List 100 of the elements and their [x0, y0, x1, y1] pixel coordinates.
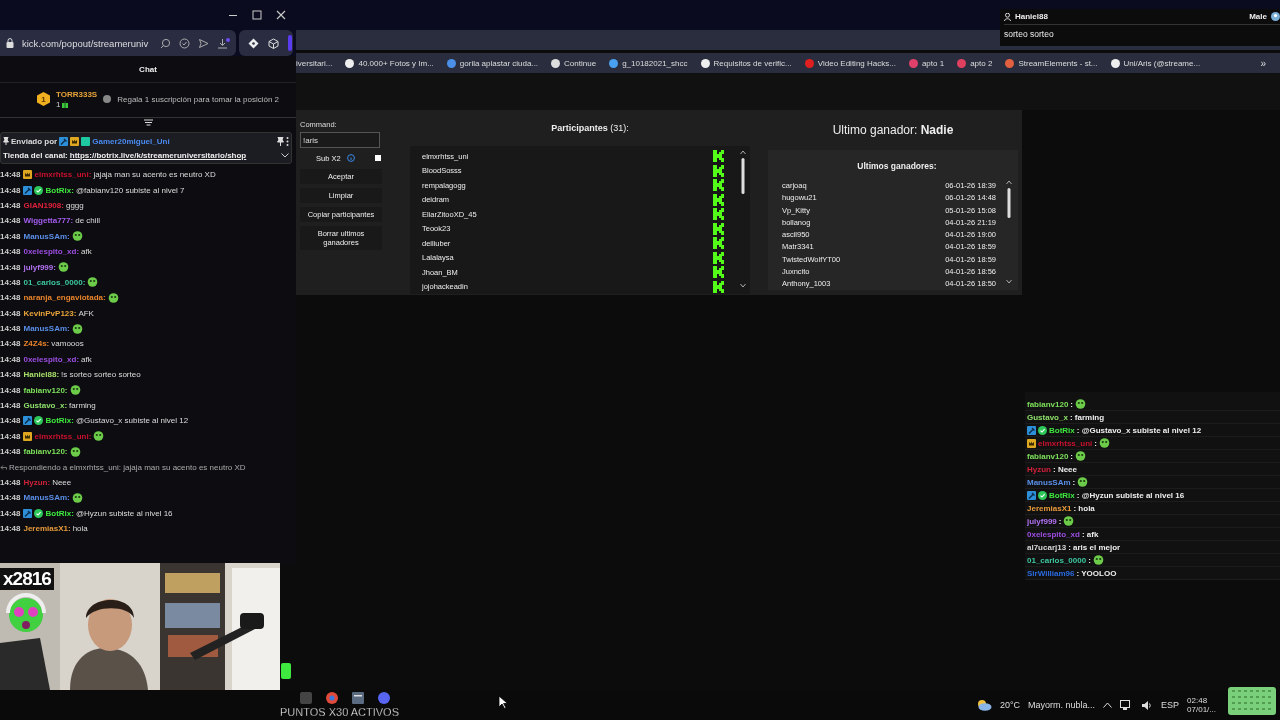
bookmark[interactable]: Requisitos de verific... — [700, 58, 792, 68]
notification-text: sorteo sorteo — [1004, 29, 1055, 41]
bookmark[interactable]: apto 2 — [957, 58, 993, 68]
message-time: 14:48 — [0, 493, 21, 503]
message-text: vamooos — [51, 339, 84, 349]
message-time: 14:48 — [0, 170, 21, 180]
chat-username: Z4Z4s: — [23, 339, 50, 349]
url-text: kick.com/popout/streameruniv — [22, 37, 149, 49]
chevron-up-icon[interactable] — [1103, 702, 1113, 708]
info-icon — [103, 95, 112, 103]
chat-username: ManusSAm — [1027, 477, 1071, 487]
language-indicator[interactable]: ESP — [1161, 700, 1180, 710]
site-icon — [446, 58, 456, 68]
chat-username: JeremiasX1: — [23, 524, 71, 534]
platform-icon — [713, 150, 724, 163]
sword-icon — [59, 136, 69, 146]
message-time: 14:48 — [0, 200, 21, 210]
collapse-icon[interactable] — [143, 119, 153, 127]
more-icon[interactable] — [286, 136, 289, 146]
sender-label: Enviado por — [11, 136, 58, 146]
bookmark[interactable]: iversitari... — [296, 58, 333, 68]
chat-username: SirWilliam96 — [1027, 568, 1075, 578]
pin-icon[interactable] — [277, 136, 284, 146]
message-text: : afk — [1081, 529, 1099, 539]
bookmark[interactable]: g_10182021_shcc — [609, 58, 688, 68]
message-text: : YOOLOO — [1076, 568, 1117, 578]
message-time: 14:48 — [0, 401, 21, 411]
info-icon — [346, 154, 355, 162]
bookmark[interactable]: 40.000+ Fotos y Im... — [345, 58, 434, 68]
scrollbar-icon — [740, 149, 746, 289]
sender-username: Gamer20miguel_Uni — [92, 136, 170, 146]
platform-icon — [713, 179, 724, 192]
message-time: 14:48 — [0, 216, 21, 226]
checkbox[interactable] — [374, 155, 381, 161]
message-time: 14:48 — [0, 524, 21, 534]
bookmark[interactable]: apto 1 — [908, 58, 945, 68]
chat-username: Hyzun — [1027, 464, 1051, 474]
url-field[interactable]: kick.com/popout/streameruniv — [0, 30, 237, 56]
bookmark[interactable]: StreamElements - st... — [1005, 58, 1098, 68]
site-icon — [908, 58, 918, 68]
participants-title: Participantes (31): — [550, 122, 630, 135]
download-icon[interactable] — [217, 37, 231, 49]
pin-icon — [3, 137, 9, 145]
send-icon[interactable] — [198, 37, 210, 49]
badge-icon — [81, 136, 91, 146]
bookmark[interactable]: Video Editing Hacks... — [804, 58, 896, 68]
platform-icon — [713, 208, 724, 221]
message-time: 14:48 — [0, 262, 21, 272]
platform-icon — [713, 251, 724, 264]
message-text: de chill — [75, 216, 101, 226]
profile-marker-icon[interactable] — [288, 35, 293, 51]
banner-text: PUNTOS X30 ACTIVOS — [280, 706, 399, 718]
message-text: AFK — [78, 308, 94, 318]
message-text: : — [1070, 451, 1074, 461]
message-text: farming — [69, 401, 96, 411]
close-icon[interactable] — [276, 10, 286, 20]
platform-icon — [713, 237, 724, 250]
search-icon[interactable] — [160, 37, 172, 49]
message-text: : @Hyzun subiste al nivel 16 — [1076, 490, 1185, 500]
crown-icon — [70, 136, 80, 146]
weather-text: Mayorm. nubla... — [1028, 700, 1096, 710]
gender-label: Male — [1249, 12, 1267, 21]
cube-icon[interactable] — [268, 37, 280, 49]
chat-username: JeremiasX1 — [1027, 503, 1072, 513]
command-field[interactable]: !aris — [300, 132, 380, 148]
message-text: hola — [72, 524, 88, 534]
message-time: 14:48 — [0, 308, 21, 318]
message-text: : hola — [1073, 503, 1095, 513]
chat-username: BotRix — [1049, 425, 1075, 435]
chat-app-icon[interactable] — [378, 692, 390, 704]
cursor-icon — [498, 695, 508, 709]
clock-date: 07/01/... — [1187, 705, 1216, 714]
chat-username: Haniel88: — [23, 370, 60, 380]
site-icon — [609, 58, 619, 68]
platform-icon — [713, 266, 724, 279]
counter-text: x2816 — [0, 568, 54, 590]
message-time: 14:48 — [0, 370, 21, 380]
message-text: Neee — [52, 478, 72, 487]
volume-icon[interactable] — [1141, 699, 1154, 711]
chevron-down-icon[interactable] — [281, 152, 289, 158]
window-icon[interactable] — [352, 692, 364, 704]
more-bookmarks-button[interactable]: » — [1260, 57, 1266, 69]
browser-icon[interactable] — [326, 692, 338, 704]
chat-username: al7ucarj13 — [1027, 542, 1067, 552]
tag-icon — [281, 663, 291, 679]
shop-link[interactable]: https://botrix.live/k/streameruniversitario/shop — [69, 150, 247, 160]
bookmark[interactable]: Uni/Aris (@streame... — [1110, 58, 1201, 68]
message-time: 14:48 — [0, 385, 21, 395]
last-winner-text: Ultimo ganador: Nadie — [831, 122, 955, 139]
bookmark[interactable]: Continue — [551, 58, 597, 68]
chat-username: naranja_engaviotada: — [23, 293, 106, 303]
winners-title: Ultimos ganadores: — [856, 159, 938, 173]
message-text: : — [1088, 555, 1091, 565]
bookmark[interactable]: gorila aplastar ciuda... — [446, 58, 539, 68]
maximize-icon[interactable] — [252, 10, 262, 20]
shield-icon[interactable] — [179, 37, 191, 49]
user-icon — [1004, 12, 1011, 21]
chat-username: Gustavo_x — [1027, 412, 1068, 422]
chat-username: KevinPvP123: — [23, 308, 77, 318]
chat-title: Chat — [139, 64, 157, 74]
